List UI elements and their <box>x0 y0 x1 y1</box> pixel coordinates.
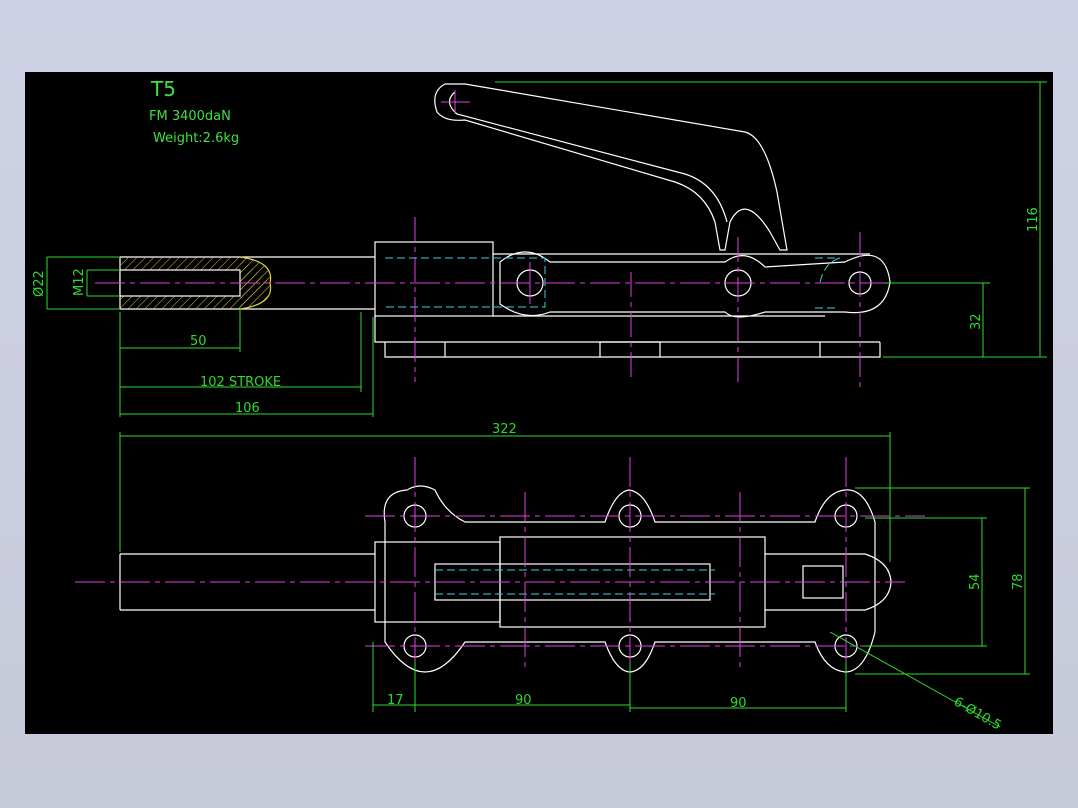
dim-106: 106 <box>235 401 260 416</box>
dim-m12: M12 <box>72 268 87 296</box>
dim-78: 78 <box>1011 573 1026 590</box>
dim-90b: 90 <box>730 696 747 711</box>
dim-holes: 6-Ø10.5 <box>951 694 1004 733</box>
handle <box>434 83 788 251</box>
dim-116: 116 <box>1026 207 1041 232</box>
clevis-top <box>765 553 892 611</box>
dim-322: 322 <box>492 422 517 437</box>
title-text: T5 <box>150 77 176 101</box>
dim-d22: Ø22 <box>32 270 47 297</box>
side-view <box>119 83 891 358</box>
dim-90a: 90 <box>515 693 532 708</box>
body-rail <box>374 253 880 343</box>
dim-54: 54 <box>968 573 983 590</box>
technical-drawing: T5 FM 3400daN Weight:2.6kg Ø22 M12 50 10… <box>32 77 1047 734</box>
top-view <box>119 485 892 673</box>
weight-text: Weight:2.6kg <box>153 131 239 146</box>
dim-32: 32 <box>969 313 984 330</box>
force-text: FM 3400daN <box>149 109 231 124</box>
link-plate <box>499 251 891 318</box>
base-plate <box>384 341 881 358</box>
guide-block <box>374 241 494 317</box>
cad-viewport[interactable]: T5 FM 3400daN Weight:2.6kg Ø22 M12 50 10… <box>25 72 1053 734</box>
dim-stroke: 102 STROKE <box>200 375 281 390</box>
dim-17: 17 <box>387 693 404 708</box>
dimensions-top <box>119 432 1030 728</box>
dim-50: 50 <box>190 334 207 349</box>
